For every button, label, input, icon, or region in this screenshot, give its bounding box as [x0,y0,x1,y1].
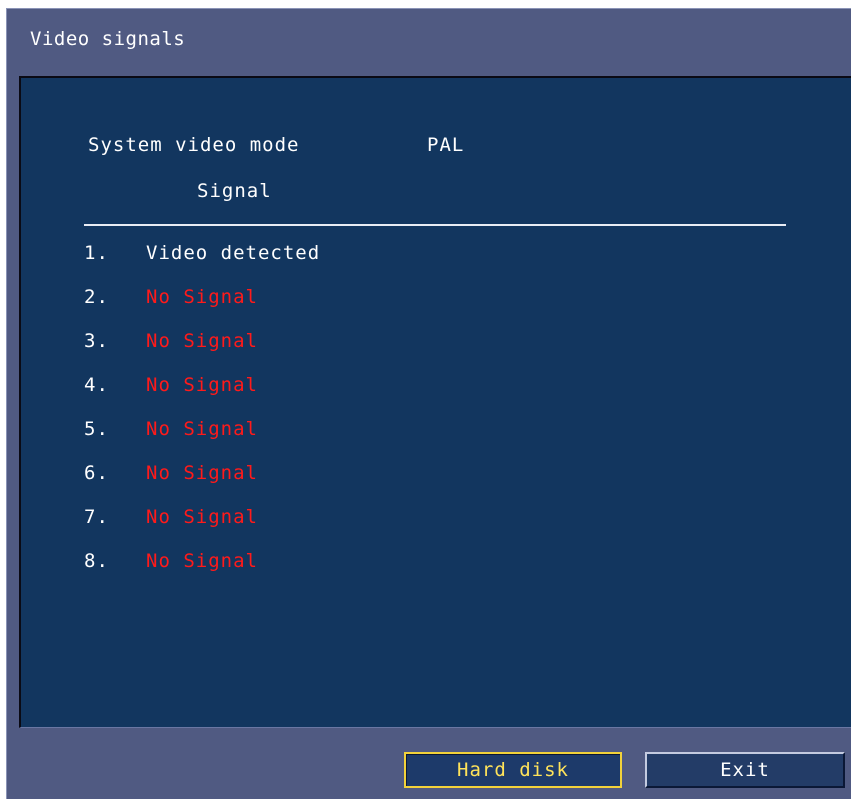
signal-column-header: Signal [197,180,272,202]
window-title: Video signals [30,28,186,50]
hard-disk-button[interactable]: Hard disk [404,752,622,788]
exit-button[interactable]: Exit [645,752,845,788]
signal-row-status: No Signal [146,418,258,440]
signal-row-number: 7. [84,506,109,528]
signal-row-status: No Signal [146,286,258,308]
signal-row-status: No Signal [146,374,258,396]
signal-row-status: No Signal [146,506,258,528]
signal-row-number: 4. [84,374,109,396]
signal-row-status: Video detected [146,242,321,264]
signal-row-number: 3. [84,330,109,352]
signal-row-number: 6. [84,462,109,484]
header-divider [84,224,786,226]
system-video-mode-value: PAL [427,134,465,156]
signal-row-number: 8. [84,550,109,572]
signal-row-status: No Signal [146,462,258,484]
signal-row-number: 5. [84,418,109,440]
signal-row-status: No Signal [146,550,258,572]
signal-row-status: No Signal [146,330,258,352]
system-video-mode-label: System video mode [88,134,300,156]
content-panel [19,76,851,728]
signal-row-number: 2. [84,286,109,308]
signal-row-number: 1. [84,242,109,264]
